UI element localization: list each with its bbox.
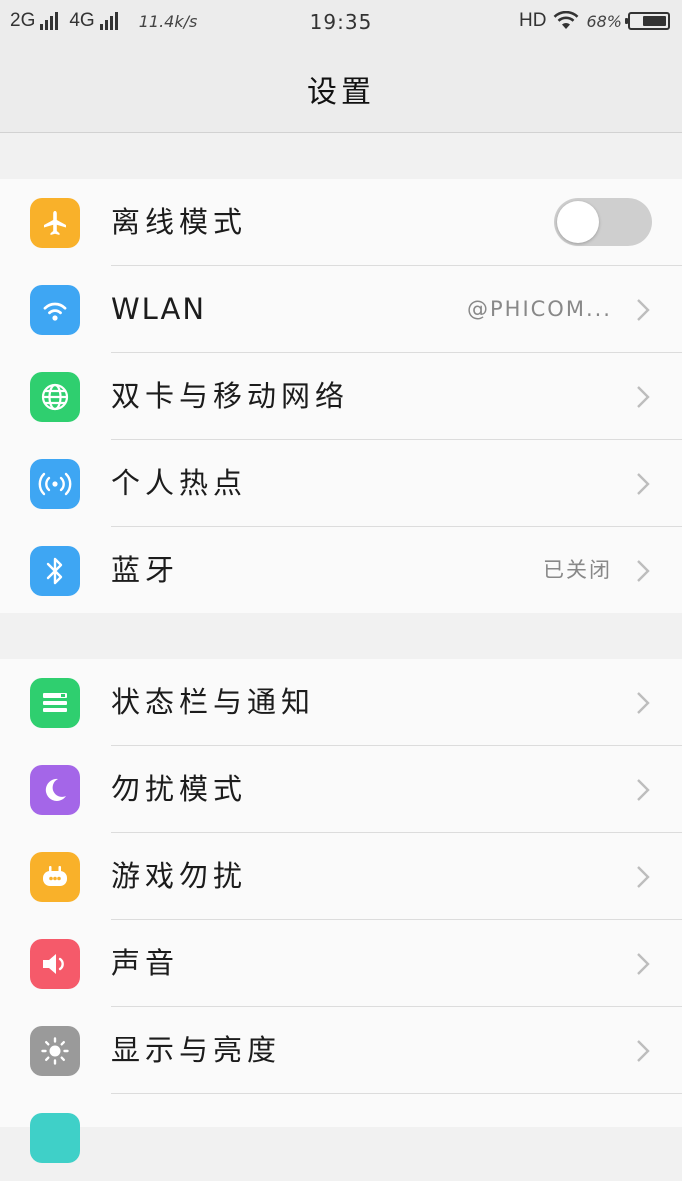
item-label: 蓝牙: [111, 553, 180, 587]
page-title: 设置: [307, 75, 375, 110]
chevron-right-icon: [637, 779, 650, 801]
network-2g-label: 2G: [10, 10, 36, 31]
toggle-knob: [557, 201, 599, 243]
title-bar: 设置: [0, 46, 682, 133]
item-label: 状态栏与通知: [111, 685, 316, 719]
brightness-icon: [30, 1026, 80, 1076]
signal-2g-icon: [40, 12, 59, 30]
wifi-status-icon: [554, 11, 579, 29]
hotspot-icon: [30, 459, 80, 509]
settings-item-sound[interactable]: 声音: [0, 920, 682, 1007]
settings-item-do-not-disturb[interactable]: 勿扰模式: [0, 746, 682, 833]
settings-group-connectivity: 离线模式 WLAN @PHICOM... 双卡与移动网络 个人热点 蓝牙 已关闭: [0, 179, 682, 613]
chevron-right-icon: [637, 560, 650, 582]
item-label: 声音: [111, 946, 180, 980]
partial-icon: [30, 1113, 80, 1163]
gamepad-icon: [30, 852, 80, 902]
airplane-icon: [30, 198, 80, 248]
chevron-right-icon: [637, 1040, 650, 1062]
settings-item-wlan[interactable]: WLAN @PHICOM...: [0, 266, 682, 353]
wifi-icon: [30, 285, 80, 335]
item-label: 显示与亮度: [111, 1033, 282, 1067]
bluetooth-icon: [30, 546, 80, 596]
wlan-network-name: @PHICOM...: [467, 297, 612, 321]
battery-percent: 68%: [586, 11, 622, 31]
chevron-right-icon: [637, 299, 650, 321]
settings-item-personal-hotspot[interactable]: 个人热点: [0, 440, 682, 527]
globe-icon: [30, 372, 80, 422]
airplane-mode-toggle[interactable]: [554, 198, 652, 246]
settings-item-game-do-not-disturb[interactable]: 游戏勿扰: [0, 833, 682, 920]
item-label: 双卡与移动网络: [111, 379, 350, 413]
status-right: HD 68%: [519, 10, 670, 32]
bluetooth-status: 已关闭: [543, 558, 612, 582]
hd-label: HD: [518, 10, 547, 31]
settings-item-display-brightness[interactable]: 显示与亮度: [0, 1007, 682, 1094]
settings-item-dual-sim-mobile-network[interactable]: 双卡与移动网络: [0, 353, 682, 440]
chevron-right-icon: [637, 866, 650, 888]
network-speed: 11.4k/s: [138, 11, 198, 31]
chevron-right-icon: [637, 692, 650, 714]
chevron-right-icon: [637, 473, 650, 495]
settings-item-bluetooth[interactable]: 蓝牙 已关闭: [0, 527, 682, 614]
speaker-icon: [30, 939, 80, 989]
item-label: 游戏勿扰: [111, 859, 248, 893]
battery-icon: [625, 12, 670, 30]
settings-item-status-bar-notifications[interactable]: 状态栏与通知: [0, 659, 682, 746]
settings-item-airplane-mode[interactable]: 离线模式: [0, 179, 682, 266]
status-left: 2G 4G 11.4k/s: [10, 10, 197, 32]
status-bar: 2G 4G 11.4k/s 19:35 HD 68%: [0, 0, 682, 46]
chevron-right-icon: [637, 386, 650, 408]
network-4g-label: 4G: [69, 10, 95, 31]
signal-4g-icon: [99, 12, 118, 30]
chevron-right-icon: [637, 953, 650, 975]
settings-group-personalization: 状态栏与通知 勿扰模式 游戏勿扰 声音 显示与亮度: [0, 659, 682, 1163]
notification-bar-icon: [30, 678, 80, 728]
item-label: 个人热点: [111, 466, 248, 500]
item-label: WLAN: [111, 292, 207, 326]
moon-icon: [30, 765, 80, 815]
item-label: 离线模式: [111, 205, 248, 239]
settings-item-partial[interactable]: [0, 1094, 682, 1181]
item-label: 勿扰模式: [111, 772, 248, 806]
battery-fill: [643, 16, 666, 26]
